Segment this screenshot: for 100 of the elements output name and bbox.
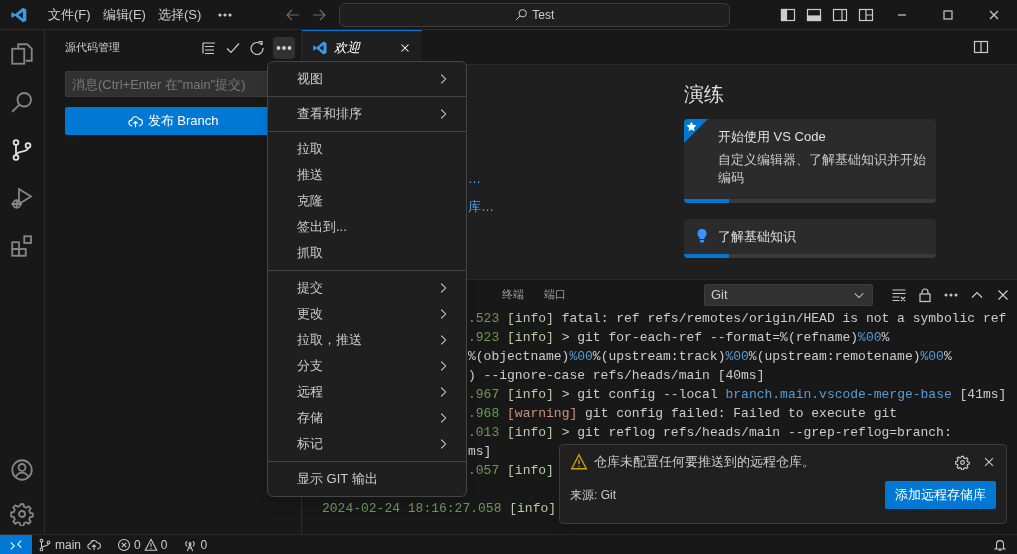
log-text: fatal: ref refs/remotes/origin/HEAD is not a symbolic ref: [561, 311, 1007, 326]
log-text: [info]: [509, 501, 557, 516]
lock-icon[interactable]: [917, 286, 933, 303]
card-description: 自定义编辑器、了解基础知识并开始编码: [718, 150, 927, 187]
menu-item[interactable]: 编辑(E): [96, 4, 152, 25]
clear-output-icon[interactable]: [891, 286, 907, 303]
menu-item[interactable]: 克隆: [268, 188, 466, 214]
settings-icon[interactable]: [955, 454, 970, 470]
layout-icon[interactable]: [858, 6, 875, 23]
run-debug-icon[interactable]: [10, 186, 34, 210]
log-text: [info]: [507, 387, 554, 402]
menu-item[interactable]: 推送: [268, 162, 466, 188]
log-text: [info]: [507, 311, 554, 326]
notification-source: 来源: Git: [570, 487, 616, 504]
command-center-search[interactable]: Test: [339, 2, 731, 27]
log-text: ) --ignore-case refs/heads/main [40ms]: [468, 368, 765, 383]
log-text: %: [881, 330, 890, 345]
section-heading: 演练: [684, 82, 725, 107]
log-text: [warning]: [507, 406, 578, 421]
log-text: ms]: [468, 444, 492, 459]
error-icon: [117, 537, 131, 552]
log-text: .523: [468, 311, 500, 326]
log-text: branch.main.vscode-merge-base: [725, 387, 952, 402]
log-text: > git for-each-ref --format=%(refname): [561, 330, 859, 345]
log-text: .968: [468, 406, 500, 421]
panel-tab[interactable]: 端口: [534, 286, 576, 303]
log-text: .013: [468, 425, 500, 440]
sidebar-title: 源代码管理: [65, 40, 120, 56]
problems-status[interactable]: 0 0: [117, 535, 168, 554]
notification-message: 仓库未配置任何要推送到的远程仓库。: [594, 453, 815, 472]
link[interactable]: …: [468, 169, 602, 189]
log-text: %(objectname): [468, 349, 570, 364]
branch-icon: [38, 537, 52, 552]
branch-icon[interactable]: [10, 138, 34, 162]
search-icon[interactable]: [10, 90, 34, 114]
log-text: > git reflog refs/heads/main --grep-reflog=branch:: [561, 425, 952, 440]
split-editor-icon[interactable]: [973, 39, 989, 55]
bell-icon[interactable]: [993, 537, 1007, 552]
log-text: [41ms]: [959, 387, 1007, 402]
log-text: %(upstream:remotename): [748, 349, 921, 364]
log-text: 2024-02-24 18:16:27.058: [322, 501, 502, 516]
remote-icon: [9, 537, 23, 552]
panel-toggle-icon[interactable]: [806, 6, 823, 23]
log-text: git config failed: Failed to execute git: [585, 406, 898, 421]
log-text: .923: [468, 330, 500, 345]
log-text: [info]: [507, 463, 554, 478]
ports-status[interactable]: 0: [183, 535, 208, 554]
menu-item[interactable]: 签出到...: [268, 214, 466, 240]
log-text: %00: [725, 349, 749, 364]
branch-status[interactable]: main: [38, 535, 81, 554]
settings-icon[interactable]: [10, 502, 34, 526]
log-text: .057: [468, 463, 500, 478]
menu-item[interactable]: 文件(F): [42, 4, 97, 25]
menu-item[interactable]: 标记: [268, 431, 466, 457]
log-text: [info]: [507, 330, 554, 345]
panel-tab[interactable]: 终端: [492, 286, 534, 303]
vscode-logo-icon: [312, 39, 328, 56]
more-actions-icon[interactable]: [273, 36, 295, 59]
menu-item[interactable]: 显示 GIT 输出: [268, 466, 466, 492]
menu-item[interactable]: 分支: [268, 353, 466, 379]
menu-item[interactable]: 拉取，推送: [268, 327, 466, 353]
log-text: %: [943, 349, 952, 364]
menu-item[interactable]: 提交: [268, 275, 466, 301]
log-text: [info]: [507, 425, 554, 440]
log-text: > git config --local: [561, 387, 718, 402]
lightbulb-icon: [694, 227, 710, 244]
menu-item[interactable]: 拉取: [268, 136, 466, 162]
log-text: %00: [569, 349, 593, 364]
card-title: 开始使用 VS Code: [718, 128, 827, 146]
cloud-upload-icon: [127, 113, 143, 129]
tree-view-icon[interactable]: [201, 39, 217, 56]
remote-button[interactable]: [0, 535, 32, 554]
refresh-icon[interactable]: [249, 39, 265, 56]
vscode-logo-icon: [10, 5, 28, 24]
log-text: %00: [920, 349, 944, 364]
menu-item[interactable]: 抓取: [268, 240, 466, 266]
editor-tab[interactable]: 欢迎: [302, 30, 422, 64]
extensions-icon[interactable]: [10, 234, 34, 258]
files-icon[interactable]: [10, 42, 34, 66]
account-icon[interactable]: [10, 458, 34, 482]
link[interactable]: 库…: [468, 196, 602, 216]
walkthrough-card[interactable]: 开始使用 VS Code 自定义编辑器、了解基础知识并开始编码: [684, 119, 936, 203]
sidebar-toggle-icon[interactable]: [780, 6, 797, 23]
log-text: %(upstream:track): [592, 349, 726, 364]
search-icon: [515, 8, 529, 21]
card-title: 了解基础知识: [718, 227, 796, 246]
warning-icon: [143, 537, 158, 552]
menu-item[interactable]: 存储: [268, 405, 466, 431]
close-icon[interactable]: [982, 455, 996, 469]
menu-item[interactable]: 更改: [268, 301, 466, 327]
walkthrough-card[interactable]: 了解基础知识: [684, 218, 936, 258]
log-text: .967: [468, 387, 500, 402]
add-remote-button[interactable]: 添加远程存储库: [885, 481, 996, 509]
warning-icon: [570, 453, 588, 471]
menu-item[interactable]: 远程: [268, 379, 466, 405]
output-channel-select[interactable]: Git: [704, 283, 873, 306]
menu-item[interactable]: 选择(S): [151, 4, 208, 25]
secondary-sidebar-icon[interactable]: [832, 6, 849, 23]
log-text: %00: [858, 330, 882, 345]
cloud-upload-icon[interactable]: [87, 537, 101, 552]
